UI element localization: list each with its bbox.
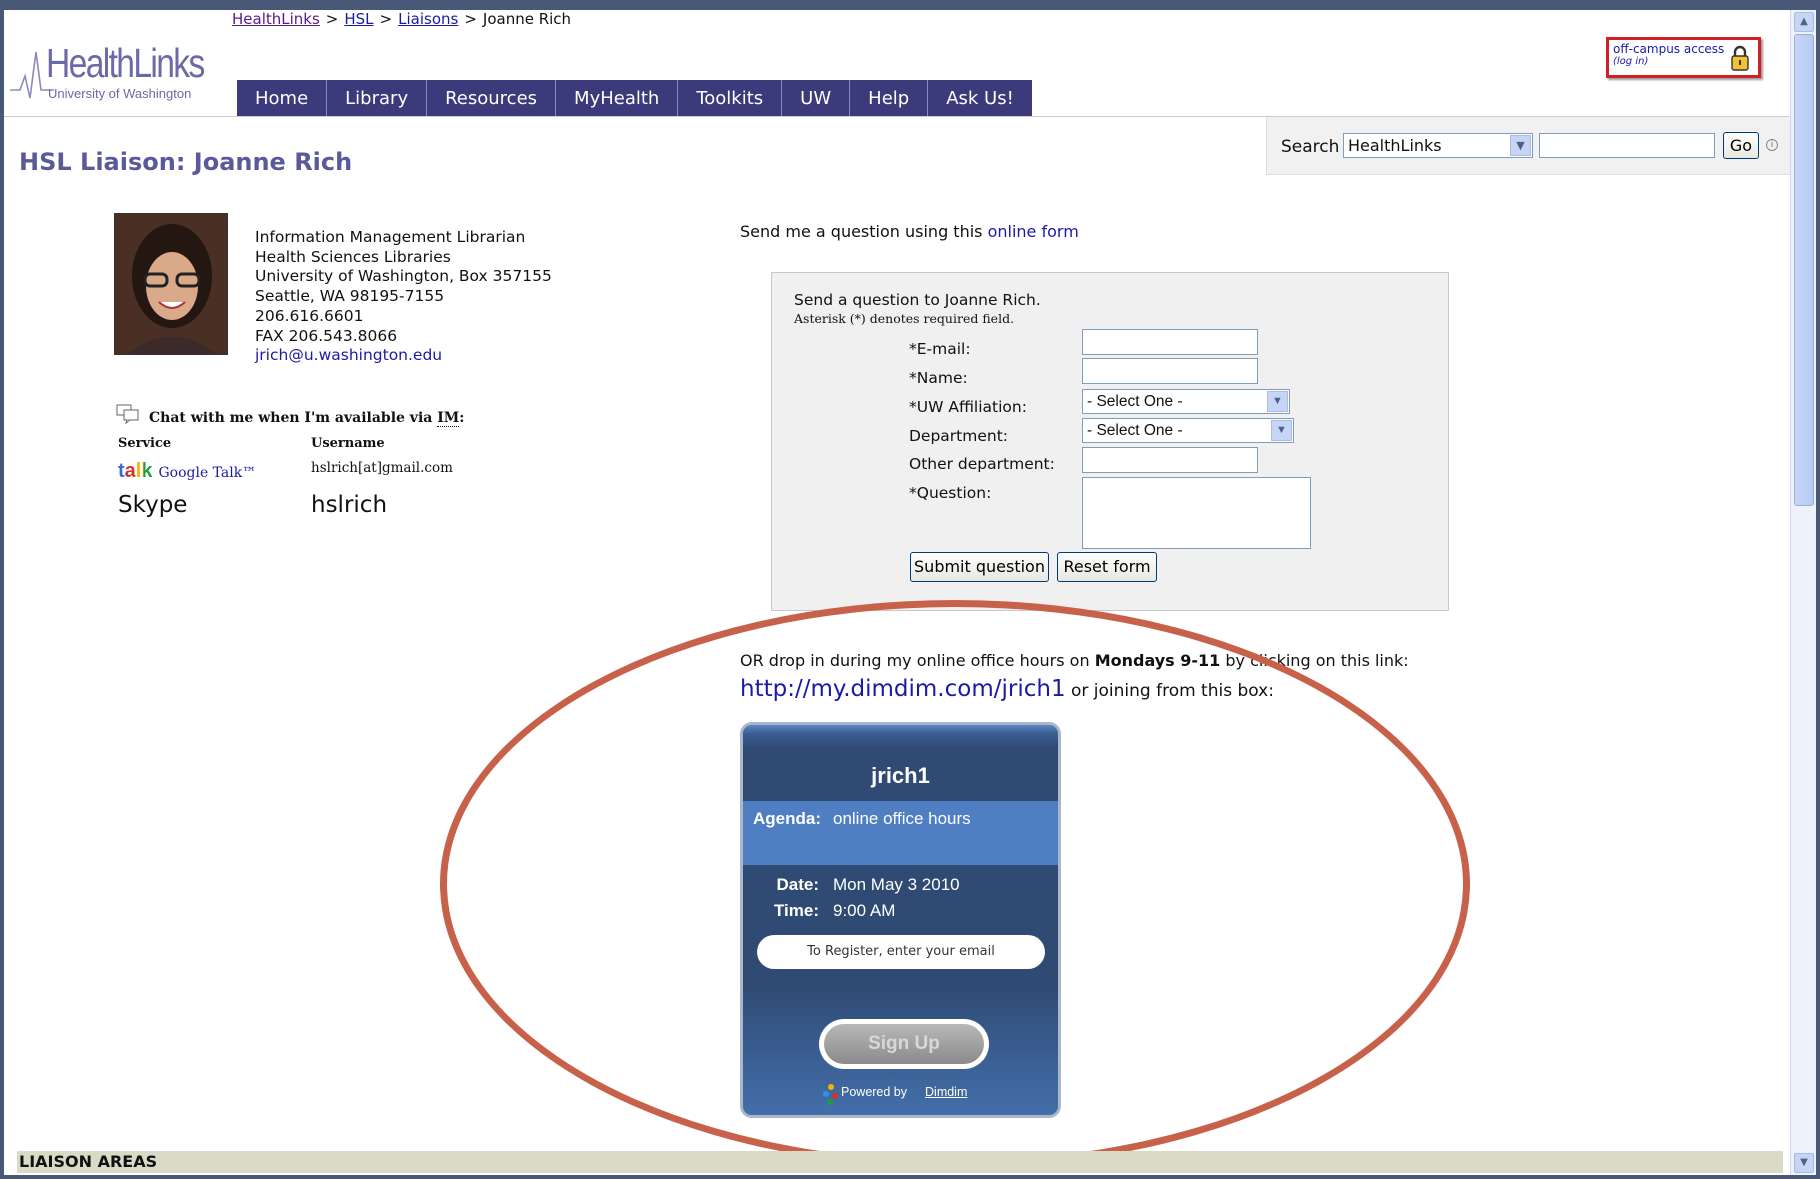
search-input[interactable] bbox=[1539, 133, 1715, 158]
skype-service: Skype bbox=[118, 492, 188, 518]
email-field[interactable] bbox=[1082, 329, 1258, 355]
nav-resources[interactable]: Resources bbox=[427, 80, 557, 117]
online-form-link[interactable]: online form bbox=[988, 222, 1079, 241]
nav-ask-us[interactable]: Ask Us! bbox=[928, 80, 1032, 117]
skype-username: hslrich bbox=[311, 492, 388, 518]
page-title: HSL Liaison: Joanne Rich bbox=[19, 148, 353, 176]
contact-fax: FAX 206.543.8066 bbox=[255, 326, 398, 345]
chevron-down-icon[interactable]: ▼ bbox=[1510, 135, 1531, 156]
form-intro-text: Send me a question using this bbox=[740, 222, 988, 241]
scroll-down-icon[interactable]: ▼ bbox=[1794, 1153, 1814, 1173]
liaison-areas-heading: LIAISON AREAS bbox=[17, 1151, 1783, 1173]
submit-question-button[interactable]: Submit question bbox=[910, 552, 1049, 582]
search-bar: Search HealthLinks ▼ Go i bbox=[1266, 117, 1790, 175]
lock-icon bbox=[1731, 45, 1749, 71]
question-label: *Question: bbox=[909, 484, 992, 502]
google-talk-logo-icon: talk bbox=[118, 460, 152, 482]
logo-wordmark: HealthLinks bbox=[46, 40, 205, 86]
search-go-button[interactable]: Go bbox=[1723, 132, 1759, 159]
affiliation-label: *UW Affiliation: bbox=[909, 398, 1027, 416]
contact-title: Information Management Librarian bbox=[255, 228, 526, 246]
scrollbar-thumb[interactable] bbox=[1794, 34, 1814, 506]
contact-address: University of Washington, Box 357155 bbox=[255, 267, 552, 286]
nav-myhealth[interactable]: MyHealth bbox=[556, 80, 679, 117]
im-abbr: IM bbox=[437, 410, 460, 427]
search-scope-value: HealthLinks bbox=[1348, 136, 1442, 155]
question-textarea[interactable] bbox=[1082, 477, 1311, 549]
chevron-down-icon[interactable]: ▼ bbox=[1271, 420, 1292, 441]
google-talk-link[interactable]: Google Talk™ bbox=[158, 465, 256, 481]
breadcrumb-current: Joanne Rich bbox=[482, 10, 572, 28]
chevron-down-icon[interactable]: ▼ bbox=[1267, 391, 1288, 412]
annotation-ellipse bbox=[440, 600, 1470, 1168]
contact-department: Health Sciences Libraries bbox=[255, 247, 451, 266]
im-username-header: Username bbox=[311, 436, 385, 451]
affiliation-value: - Select One - bbox=[1087, 393, 1183, 410]
breadcrumb-link-healthlinks[interactable]: HealthLinks bbox=[232, 10, 320, 28]
nav-home[interactable]: Home bbox=[237, 80, 328, 117]
question-form: Send a question to Joanne Rich. Asterisk… bbox=[771, 272, 1449, 611]
chat-bubbles-icon bbox=[116, 404, 139, 424]
im-heading-text: Chat with me when I'm available via bbox=[149, 410, 438, 426]
name-field[interactable] bbox=[1082, 358, 1258, 384]
other-department-field[interactable] bbox=[1082, 447, 1258, 473]
google-talk-logo-text: talk bbox=[118, 460, 153, 482]
off-campus-login: (log in) bbox=[1613, 56, 1649, 67]
breadcrumb-separator: > bbox=[464, 10, 477, 28]
liaison-photo bbox=[114, 213, 228, 355]
search-label: Search bbox=[1281, 137, 1340, 157]
department-label: Department: bbox=[909, 427, 1009, 445]
off-campus-label: off-campus access bbox=[1613, 42, 1725, 56]
nav-help[interactable]: Help bbox=[850, 80, 929, 117]
affiliation-select[interactable]: - Select One - ▼ bbox=[1082, 389, 1290, 414]
healthlinks-logo[interactable]: HealthLinks University of Washington bbox=[10, 36, 210, 112]
department-value: - Select One - bbox=[1087, 422, 1183, 439]
info-icon[interactable]: i bbox=[1766, 139, 1778, 151]
contact-phone: 206.616.6601 bbox=[255, 306, 364, 325]
breadcrumb-separator: > bbox=[325, 10, 339, 28]
im-service-header: Service bbox=[118, 436, 172, 451]
breadcrumb-link-liaisons[interactable]: Liaisons bbox=[398, 10, 458, 28]
im-heading: Chat with me when I'm available via IM: bbox=[149, 410, 465, 427]
nav-library[interactable]: Library bbox=[327, 80, 428, 117]
form-required-note: Asterisk (*) denotes required field. bbox=[794, 311, 1015, 326]
nav-uw[interactable]: UW bbox=[782, 80, 851, 117]
contact-email-link[interactable]: jrich@u.washington.edu bbox=[255, 346, 552, 366]
breadcrumb-link-hsl[interactable]: HSL bbox=[344, 10, 373, 28]
name-label: *Name: bbox=[909, 369, 968, 387]
main-nav: Home Library Resources MyHealth Toolkits… bbox=[237, 80, 1032, 117]
form-intro: Send me a question using this online for… bbox=[740, 222, 1079, 241]
form-heading: Send a question to Joanne Rich. bbox=[794, 291, 1041, 309]
off-campus-access-button[interactable]: off-campus access (log in) bbox=[1606, 37, 1761, 78]
contact-city: Seattle, WA 98195-7155 bbox=[255, 287, 445, 306]
other-department-label: Other department: bbox=[909, 455, 1055, 473]
breadcrumb-separator: > bbox=[379, 10, 393, 28]
google-talk-username: hslrich[at]gmail.com bbox=[311, 460, 453, 476]
im-heading-colon: : bbox=[459, 410, 465, 426]
reset-form-button[interactable]: Reset form bbox=[1057, 552, 1157, 582]
contact-info: Information Management Librarian Health … bbox=[255, 228, 552, 366]
nav-toolkits[interactable]: Toolkits bbox=[678, 80, 783, 117]
google-talk-service: talk Google Talk™ bbox=[118, 460, 256, 483]
logo-subtitle: University of Washington bbox=[48, 86, 192, 101]
scroll-up-icon[interactable]: ▲ bbox=[1794, 12, 1814, 32]
portrait-image bbox=[115, 214, 227, 354]
search-scope-select[interactable]: HealthLinks ▼ bbox=[1343, 133, 1533, 158]
email-label: *E-mail: bbox=[909, 340, 971, 358]
vertical-scrollbar[interactable]: ▲ ▼ bbox=[1790, 10, 1816, 1175]
breadcrumb: HealthLinks > HSL > Liaisons > Joanne Rich bbox=[232, 10, 571, 28]
department-select[interactable]: - Select One - ▼ bbox=[1082, 418, 1294, 443]
